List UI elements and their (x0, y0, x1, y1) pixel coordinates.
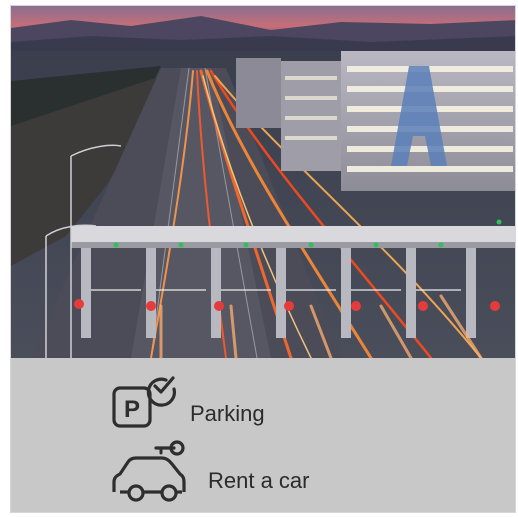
service-item-rent-a-car[interactable]: Rent a car (106, 438, 310, 506)
parking-icon: P (112, 376, 176, 428)
svg-text:P: P (124, 396, 140, 423)
airport-parking-toll-photo (11, 6, 515, 358)
parking-label: Parking (190, 401, 265, 426)
service-item-parking[interactable]: P Parking (106, 368, 265, 434)
rent-a-car-label: Rent a car (208, 468, 310, 493)
rent-a-car-icon (112, 440, 186, 502)
services-panel: P Parking Rent a car (11, 358, 515, 512)
service-card: P Parking Rent a car (10, 5, 516, 513)
